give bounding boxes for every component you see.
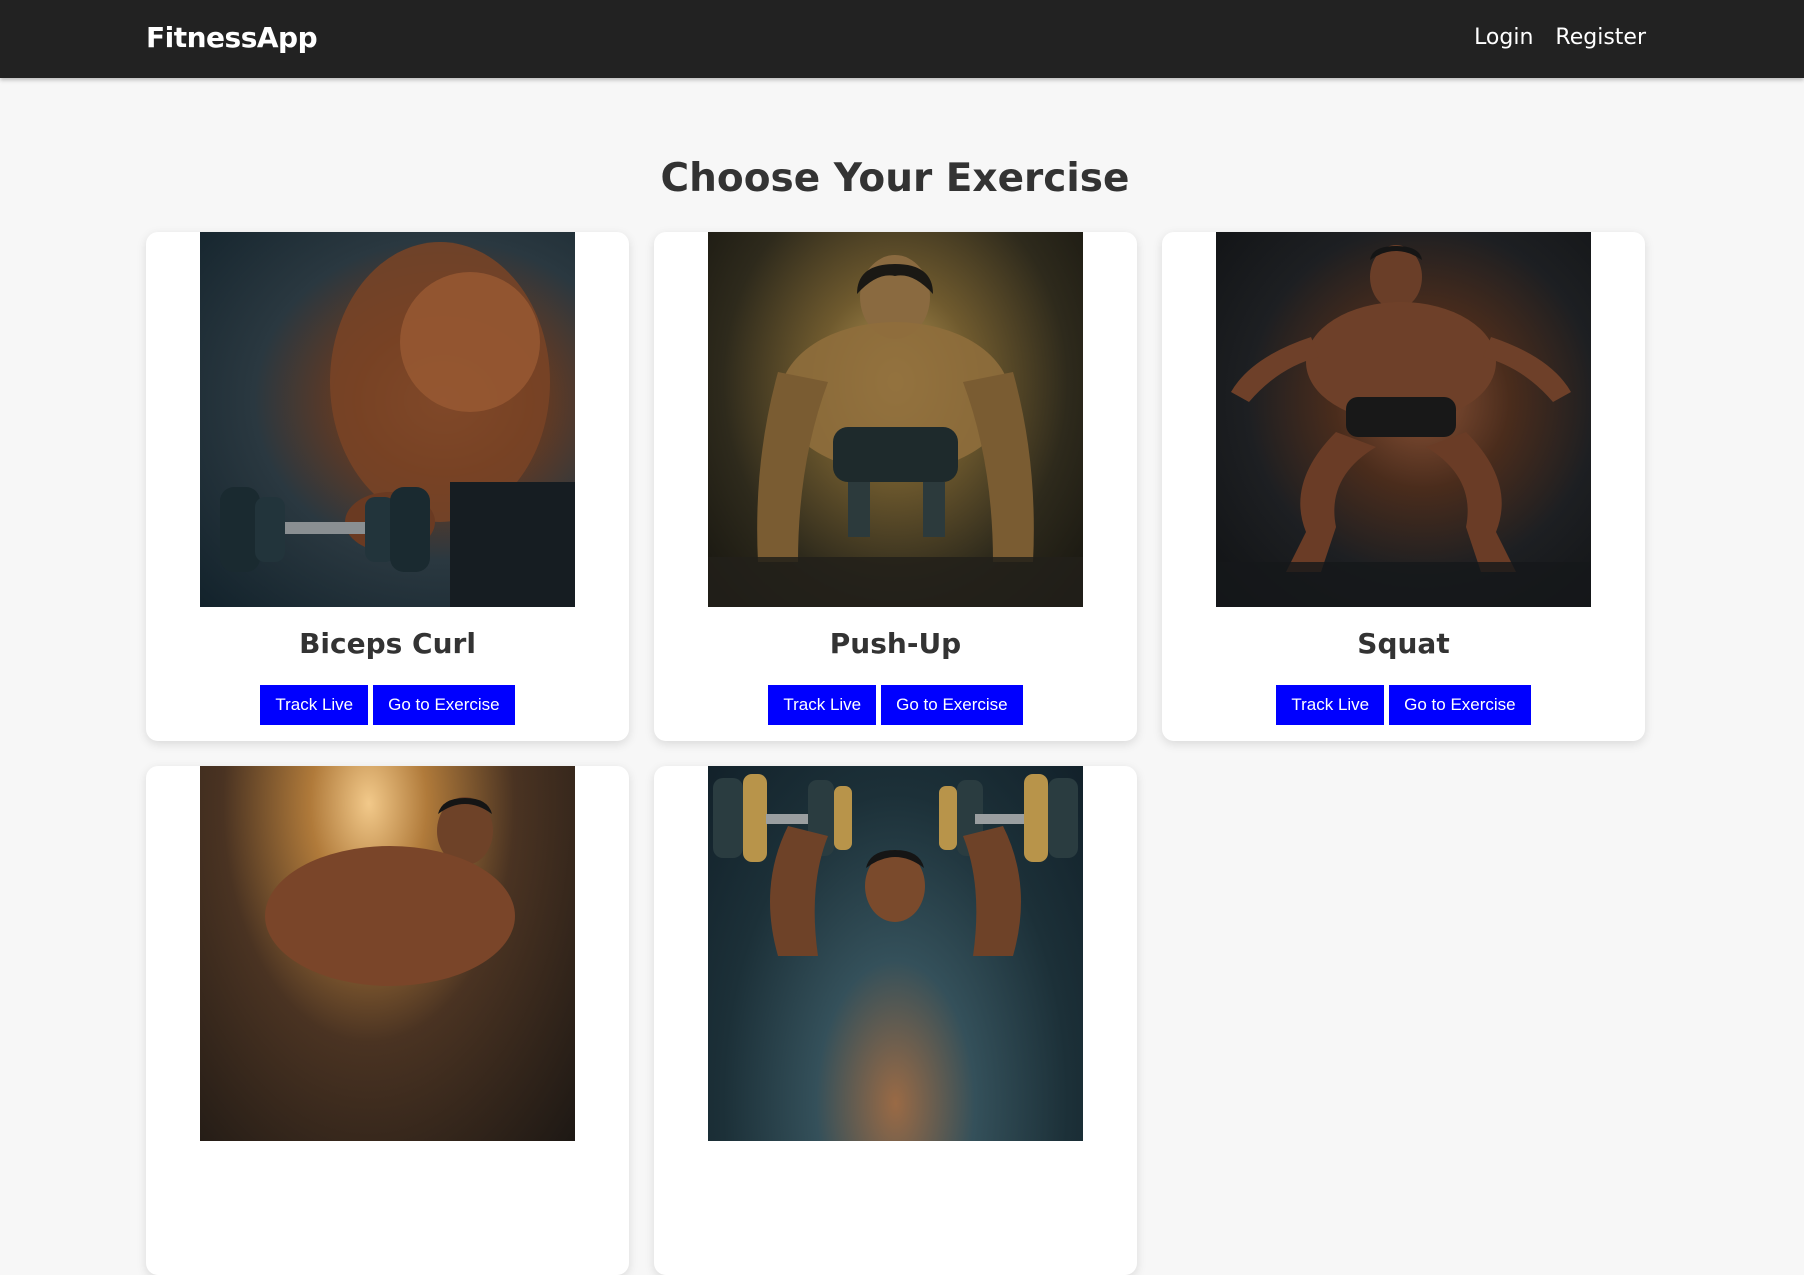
- page-title: Choose Your Exercise: [660, 156, 1130, 201]
- card-actions: Track Live Go to Exercise: [768, 685, 1023, 725]
- track-live-button[interactable]: Track Live: [768, 685, 877, 725]
- exercise-card-4: [146, 766, 629, 1275]
- card-actions: Track Live Go to Exercise: [1276, 685, 1531, 725]
- squat-image: [1216, 232, 1591, 607]
- navbar: FitnessApp Login Register: [0, 0, 1804, 78]
- exercise-title: Push-Up: [829, 627, 962, 660]
- exercise-card-squat: Squat Track Live Go to Exercise: [1162, 232, 1645, 741]
- go-to-exercise-button[interactable]: Go to Exercise: [373, 685, 515, 725]
- track-live-button[interactable]: Track Live: [260, 685, 369, 725]
- card-actions: Track Live Go to Exercise: [260, 685, 515, 725]
- go-to-exercise-button[interactable]: Go to Exercise: [1389, 685, 1531, 725]
- exercise-title: Squat: [1357, 627, 1450, 660]
- brand-logo[interactable]: FitnessApp: [146, 21, 318, 54]
- register-link[interactable]: Register: [1555, 25, 1646, 50]
- exercise-card-push-up: Push-Up Track Live Go to Exercise: [654, 232, 1137, 741]
- biceps-curl-image: [200, 232, 575, 607]
- push-up-image: [708, 232, 1083, 607]
- exercise-card-5: [654, 766, 1137, 1275]
- dumbbell-press-image: [708, 766, 1083, 1141]
- exercise-title: Biceps Curl: [299, 627, 476, 660]
- login-link[interactable]: Login: [1474, 25, 1533, 50]
- go-to-exercise-button[interactable]: Go to Exercise: [881, 685, 1023, 725]
- exercise-grid: Biceps Curl Track Live Go to Exercise Pu…: [146, 232, 1646, 1275]
- nav-links: Login Register: [1474, 25, 1646, 50]
- track-live-button[interactable]: Track Live: [1276, 685, 1385, 725]
- shoulder-exercise-image: [200, 766, 575, 1141]
- exercise-card-biceps-curl: Biceps Curl Track Live Go to Exercise: [146, 232, 629, 741]
